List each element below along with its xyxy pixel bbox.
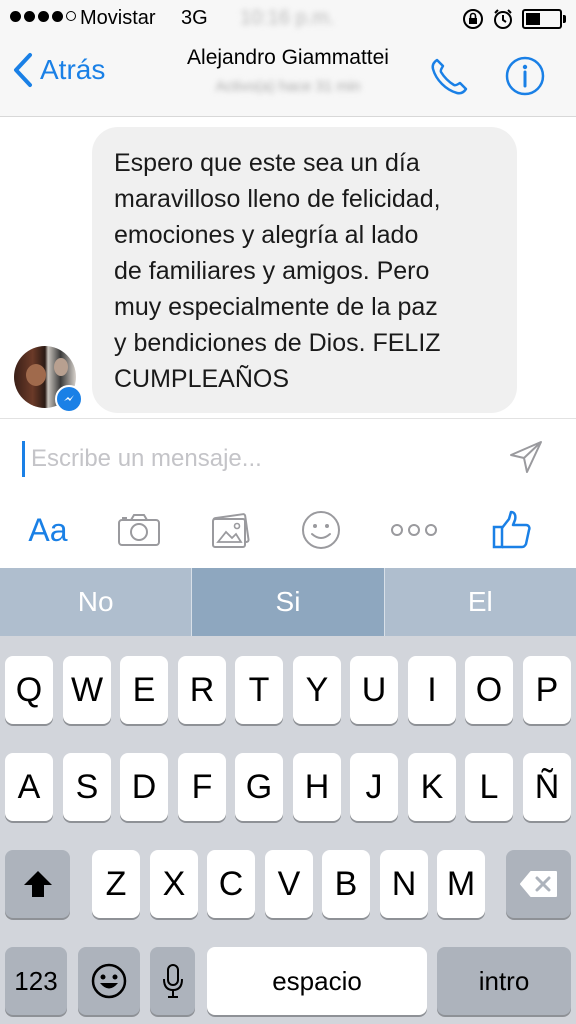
dictation-key[interactable] <box>150 947 195 1015</box>
shift-arrow-icon <box>23 871 52 897</box>
photos-icon <box>212 513 250 548</box>
rotation-lock-icon <box>463 9 483 29</box>
key-h[interactable]: H <box>293 753 341 821</box>
key-j[interactable]: J <box>350 753 398 821</box>
suggestion-1[interactable]: No <box>0 568 192 636</box>
message-composer: Aa <box>0 418 576 569</box>
microphone-icon <box>162 964 183 998</box>
suggestion-2[interactable]: Si <box>191 568 385 636</box>
emoji-keyboard-key[interactable] <box>78 947 140 1015</box>
message-input[interactable] <box>22 441 493 477</box>
emoji-button[interactable] <box>296 507 346 553</box>
predictive-suggestions: No Si El <box>0 568 576 636</box>
key-u[interactable]: U <box>350 656 398 724</box>
phone-icon <box>431 58 468 95</box>
backspace-icon <box>519 871 557 897</box>
like-button[interactable] <box>486 507 538 553</box>
camera-icon <box>118 514 160 546</box>
info-button[interactable] <box>504 55 546 102</box>
key-g[interactable]: G <box>235 753 283 821</box>
key-a[interactable]: A <box>5 753 53 821</box>
key-o[interactable]: O <box>465 656 513 724</box>
contact-name[interactable]: Alejandro Giammattei <box>0 46 576 70</box>
key-p[interactable]: P <box>523 656 571 724</box>
key-m[interactable]: M <box>437 850 485 918</box>
thumbs-up-icon <box>492 510 531 549</box>
messenger-badge-icon <box>55 385 83 413</box>
received-message-bubble[interactable]: Espero que este sea un día maravilloso l… <box>92 127 517 413</box>
delete-key[interactable] <box>506 850 571 918</box>
key-f[interactable]: F <box>178 753 226 821</box>
more-options-button[interactable] <box>386 507 442 553</box>
key-l[interactable]: L <box>465 753 513 821</box>
send-button[interactable] <box>508 439 544 480</box>
key-b[interactable]: B <box>322 850 370 918</box>
status-bar: Movistar 3G 10:16 p.m. <box>0 0 576 38</box>
key-q[interactable]: Q <box>5 656 53 724</box>
key-z[interactable]: Z <box>92 850 140 918</box>
key-w[interactable]: W <box>63 656 111 724</box>
key-i[interactable]: I <box>408 656 456 724</box>
key-n[interactable]: N <box>380 850 428 918</box>
key-d[interactable]: D <box>120 753 168 821</box>
call-button[interactable] <box>428 56 470 103</box>
send-icon <box>510 441 542 473</box>
clock: 10:16 p.m. <box>240 7 335 29</box>
key-c[interactable]: C <box>207 850 255 918</box>
numbers-key[interactable]: 123 <box>5 947 67 1015</box>
camera-button[interactable] <box>114 507 164 553</box>
suggestion-3[interactable]: El <box>384 568 576 636</box>
key-n-tilde[interactable]: Ñ <box>523 753 571 821</box>
emoji-face-icon <box>91 963 127 999</box>
message-thread[interactable]: Espero que este sea un día maravilloso l… <box>0 117 576 417</box>
key-s[interactable]: S <box>63 753 111 821</box>
conversation-header: Atrás Alejandro Giammattei Activo(a) hac… <box>0 38 576 117</box>
space-key[interactable]: espacio <box>207 947 427 1015</box>
key-v[interactable]: V <box>265 850 313 918</box>
photos-button[interactable] <box>206 507 256 553</box>
return-key[interactable]: intro <box>437 947 571 1015</box>
more-dots-icon <box>391 524 437 536</box>
keyboard: Q W E R T Y U I O P A S D F G H J K L Ñ … <box>0 636 576 1024</box>
carrier-name: Movistar <box>80 7 156 29</box>
network-type: 3G <box>181 7 208 29</box>
composer-toolbar: Aa <box>0 507 576 553</box>
shift-key[interactable] <box>5 850 70 918</box>
alarm-icon <box>494 9 512 29</box>
battery-icon <box>522 9 566 29</box>
text-style-button[interactable]: Aa <box>20 507 76 553</box>
active-status: Activo(a) hace 31 min <box>215 78 361 95</box>
info-icon <box>505 56 545 96</box>
key-r[interactable]: R <box>178 656 226 724</box>
key-x[interactable]: X <box>150 850 198 918</box>
key-t[interactable]: T <box>235 656 283 724</box>
key-k[interactable]: K <box>408 753 456 821</box>
signal-strength-icon <box>10 11 76 22</box>
key-e[interactable]: E <box>120 656 168 724</box>
key-y[interactable]: Y <box>293 656 341 724</box>
smiley-icon <box>302 511 340 549</box>
